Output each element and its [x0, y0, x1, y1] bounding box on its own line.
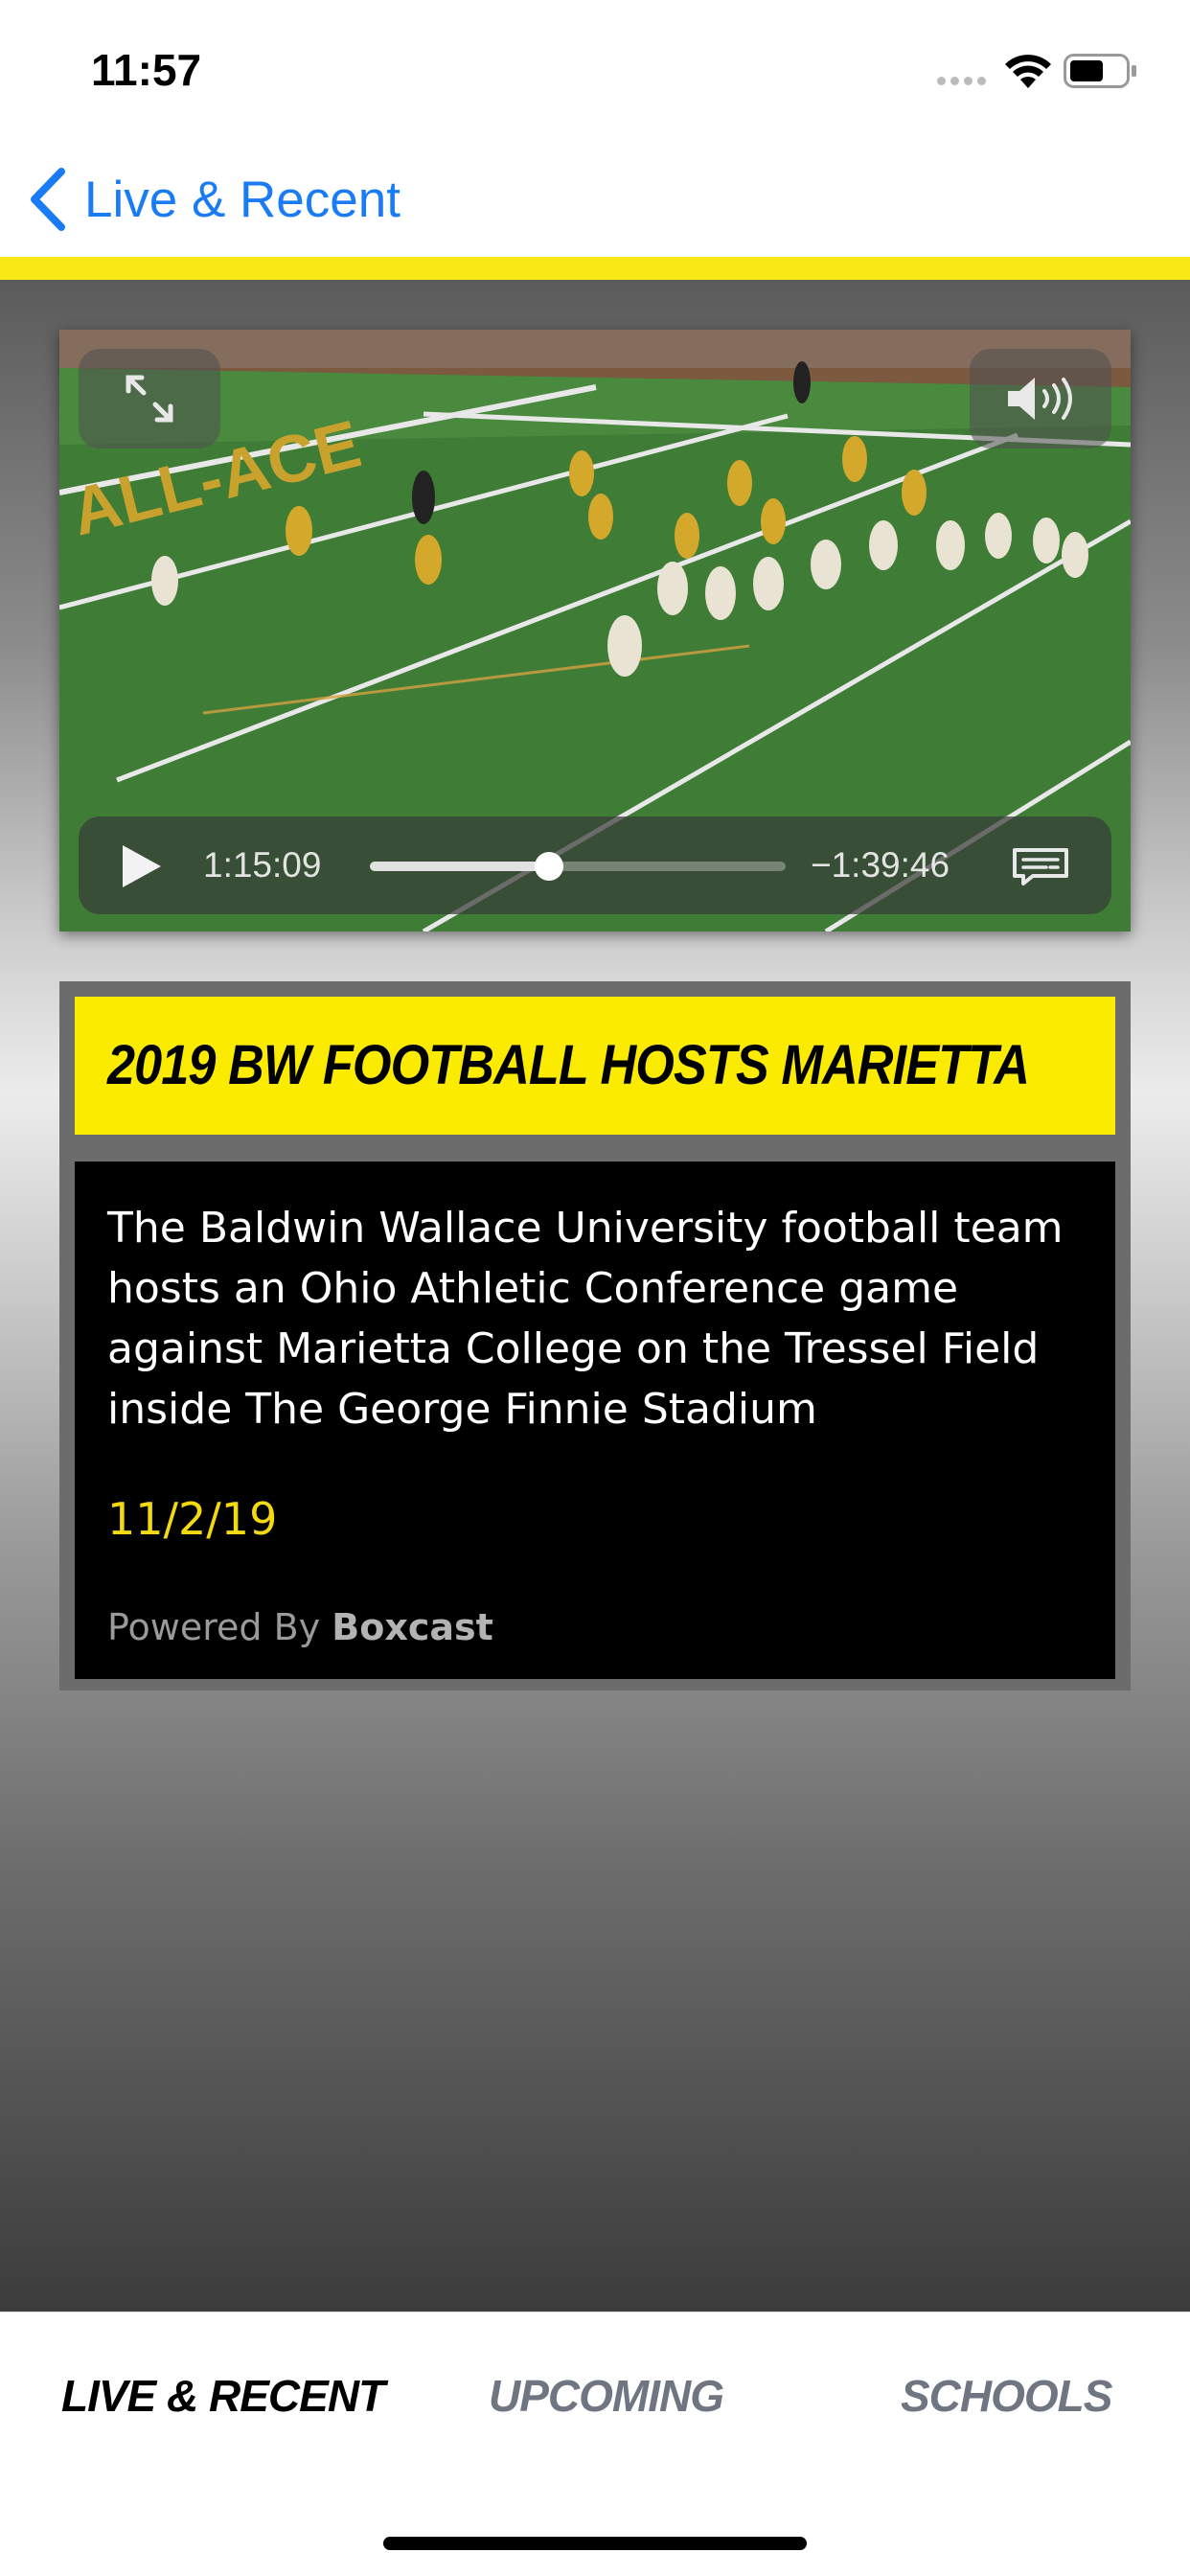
fullscreen-icon: [126, 375, 173, 423]
fullscreen-button[interactable]: [79, 349, 220, 448]
home-indicator: [383, 2537, 807, 2550]
video-player[interactable]: ALL-ACE 1:15:09 −1:39:46: [59, 330, 1131, 932]
event-title: 2019 BW FOOTBALL HOSTS MARIETTA: [107, 1034, 1030, 1096]
back-label: Live & Recent: [84, 171, 400, 228]
captions-icon[interactable]: [1012, 847, 1069, 886]
powered-by-brand: Boxcast: [332, 1606, 493, 1648]
time-remaining: −1:39:46: [811, 845, 950, 885]
event-title-box: 2019 BW FOOTBALL HOSTS MARIETTA: [75, 997, 1115, 1135]
volume-button[interactable]: [970, 349, 1111, 448]
playback-controls: 1:15:09 −1:39:46: [79, 816, 1111, 914]
main-content: ALL-ACE 1:15:09 −1:39:46 2019 BW FOOTBAL…: [0, 280, 1190, 2312]
nav-bar: Live & Recent: [0, 144, 1190, 257]
wifi-icon: [1005, 55, 1051, 88]
volume-icon: [1008, 378, 1072, 420]
back-button[interactable]: Live & Recent: [27, 163, 400, 236]
scrubber-progress: [370, 862, 549, 871]
event-details-box: The Baldwin Wallace University football …: [75, 1162, 1115, 1679]
event-date: 11/2/19: [107, 1493, 278, 1545]
scrubber-knob[interactable]: [534, 852, 563, 881]
powered-by: Powered By Boxcast: [107, 1606, 493, 1648]
signal-dots-icon: [937, 77, 986, 85]
accent-strip: [0, 257, 1190, 280]
powered-by-prefix: Powered By: [107, 1606, 321, 1648]
event-info-card: 2019 BW FOOTBALL HOSTS MARIETTA The Bald…: [59, 981, 1131, 1690]
event-description: The Baldwin Wallace University football …: [107, 1204, 1064, 1434]
scrubber[interactable]: [370, 852, 786, 881]
tab-upcoming[interactable]: UPCOMING: [489, 2370, 724, 2422]
status-bar: 11:57: [0, 0, 1190, 144]
time-elapsed: 1:15:09: [203, 845, 322, 885]
tab-live-recent[interactable]: LIVE & RECENT: [61, 2370, 385, 2422]
chevron-left-icon: [31, 168, 65, 231]
play-icon[interactable]: [119, 843, 163, 889]
status-time: 11:57: [91, 45, 202, 95]
tab-schools[interactable]: SCHOOLS: [901, 2370, 1112, 2422]
battery-icon: [1064, 54, 1136, 88]
tab-bar: LIVE & RECENT UPCOMING SCHOOLS: [0, 2312, 1190, 2576]
